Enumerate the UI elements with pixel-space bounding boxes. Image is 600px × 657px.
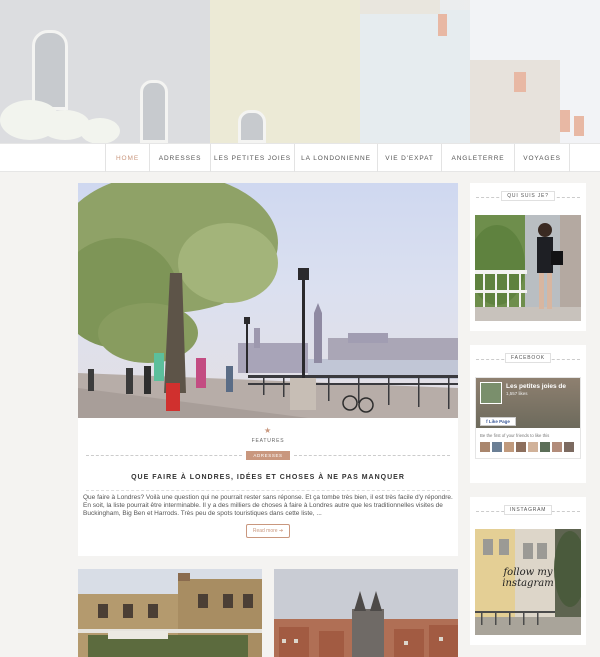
facebook-icon: f bbox=[486, 419, 488, 424]
facebook-widget-title: FACEBOOK bbox=[505, 353, 551, 363]
about-widget-title: QUI SUIS JE? bbox=[501, 191, 555, 201]
instagram-widget: INSTAGRAM follow my instagram bbox=[470, 497, 586, 645]
nav-item-la-londonienne[interactable]: LA LONDONIENNE bbox=[294, 144, 377, 172]
about-photo[interactable] bbox=[475, 215, 581, 321]
post-image[interactable] bbox=[78, 183, 458, 418]
post-title[interactable]: QUE FAIRE À LONDRES, IDÉES ET CHOSES À N… bbox=[78, 474, 458, 481]
post-excerpt: Que faire à Londres? Voilà une question … bbox=[83, 494, 453, 518]
read-more-button[interactable]: Read more ➔ bbox=[246, 524, 290, 538]
nav-item-angleterre[interactable]: ANGLETERRE bbox=[441, 144, 514, 172]
nav-item-vie-d-expat[interactable]: VIE D'EXPAT bbox=[377, 144, 441, 172]
post-thumbnail-prague[interactable] bbox=[274, 569, 458, 657]
post-tag-adresses[interactable]: ADRESSES bbox=[246, 451, 290, 460]
nav-item-les-petites-joies[interactable]: LES PETITES JOIES bbox=[210, 144, 294, 172]
featured-post: ★ FEATURES ADRESSES QUE FAIRE À LONDRES,… bbox=[78, 183, 458, 556]
facebook-likes-count: 1,557 likes bbox=[506, 391, 528, 396]
instagram-photo[interactable]: follow my instagram bbox=[475, 529, 581, 635]
post-category: FEATURES bbox=[251, 438, 285, 444]
nav-item-voyages[interactable]: VOYAGES bbox=[514, 144, 570, 172]
facebook-page-name[interactable]: Les petites joies de bbox=[506, 383, 566, 390]
header-banner bbox=[0, 0, 600, 143]
main-nav: HOME ADRESSES LES PETITES JOIES LA LONDO… bbox=[0, 143, 600, 172]
facebook-friends-text: Be the first of your friends to like thi… bbox=[480, 433, 550, 438]
facebook-page-avatar[interactable] bbox=[480, 382, 502, 404]
instagram-widget-title: INSTAGRAM bbox=[503, 505, 553, 515]
facebook-page-plugin[interactable]: Les petites joies de 1,557 likes f Like … bbox=[475, 377, 581, 459]
post-thumbnail-brick-building[interactable] bbox=[78, 569, 262, 657]
nav-item-adresses[interactable]: ADRESSES bbox=[149, 144, 210, 172]
about-widget: QUI SUIS JE? bbox=[470, 183, 586, 331]
star-icon: ★ bbox=[264, 426, 272, 435]
facebook-friend-faces bbox=[480, 442, 574, 452]
nav-item-home[interactable]: HOME bbox=[105, 144, 149, 172]
facebook-like-button[interactable]: f Like Page bbox=[480, 417, 516, 426]
london-embankment-photo bbox=[78, 183, 458, 418]
facebook-widget: FACEBOOK Les petites joies de 1,557 like… bbox=[470, 345, 586, 483]
arrow-right-icon: ➔ bbox=[278, 528, 284, 534]
instagram-overlay-text: follow my instagram bbox=[502, 567, 554, 589]
